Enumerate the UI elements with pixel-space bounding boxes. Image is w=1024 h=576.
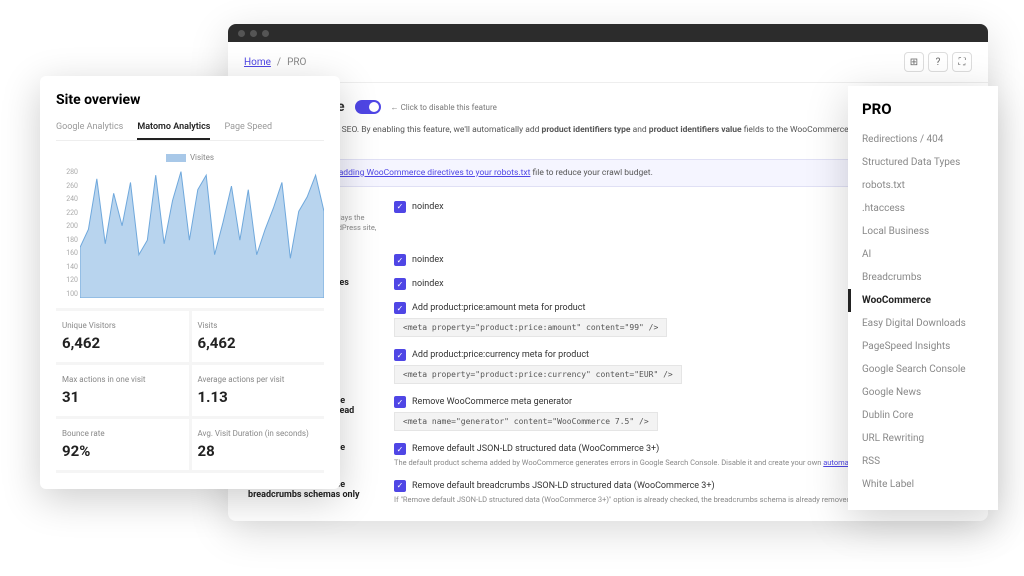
notice-link[interactable]: adding WooCommerce directives to your ro… (339, 168, 531, 178)
overview-stats: Unique Visitors6,462Visits6,462Max actio… (56, 308, 324, 473)
stat-cell: Max actions in one visit31 (56, 365, 192, 419)
window-dot (238, 30, 245, 37)
overview-title: Site overview (56, 92, 324, 108)
sidebar-item-google-news[interactable]: Google News (848, 381, 998, 404)
checkout-checkbox[interactable]: ✓ (394, 254, 406, 266)
overview-tabs: Google Analytics Matomo Analytics Page Spe… (56, 122, 324, 141)
breadcrumb-current: PRO (287, 57, 306, 68)
toggle-hint: Click to disable this feature (391, 103, 497, 112)
gen-code: <meta name="generator" content="WooComme… (394, 412, 658, 431)
stat-cell: Visits6,462 (192, 311, 325, 365)
gen-opt: Remove WooCommerce meta generator (412, 397, 572, 407)
schemas-checkbox[interactable]: ✓ (394, 443, 406, 455)
sidebar-item-url-rewriting[interactable]: URL Rewriting (848, 427, 998, 450)
expand-icon[interactable]: ⛶ (952, 52, 972, 72)
ogprice-opt: Add product:price:amount meta for produc… (412, 303, 585, 313)
cart-opt: noindex (412, 202, 444, 212)
schemas-opt: Remove default JSON-LD structured data (… (412, 444, 659, 454)
gen-checkbox[interactable]: ✓ (394, 396, 406, 408)
checkout-opt: noindex (412, 255, 444, 265)
chart-legend: Visites (56, 153, 324, 162)
titlebar (228, 24, 988, 42)
sidebar-item-robots-txt[interactable]: robots.txt (848, 174, 998, 197)
breadcrumb-sep: / (277, 57, 281, 68)
pro-sidebar: PRO Redirections / 404Structured Data Ty… (848, 86, 998, 510)
chart-yaxis: 280260240220200180160140120100 (56, 168, 78, 298)
sidebar-item-breadcrumbs[interactable]: Breadcrumbs (848, 266, 998, 289)
breadcrumb-home[interactable]: Home (244, 57, 271, 68)
account-checkbox[interactable]: ✓ (394, 278, 406, 290)
sidebar-item-easy-digital-downloads[interactable]: Easy Digital Downloads (848, 312, 998, 335)
feature-toggle[interactable] (355, 100, 381, 114)
sidebar-item-google-search-console[interactable]: Google Search Console (848, 358, 998, 381)
ogcur-opt: Add product:price:currency meta for prod… (412, 350, 589, 360)
bread-opt: Remove default breadcrumbs JSON-LD struc… (412, 481, 715, 491)
tab-page-speed[interactable]: Page Speed (224, 122, 272, 140)
ogcur-code: <meta property="product:price:currency" … (394, 365, 682, 384)
sidebar-item-dublin-core[interactable]: Dublin Core (848, 404, 998, 427)
grid-icon[interactable]: ⊞ (904, 52, 924, 72)
stat-cell: Bounce rate92% (56, 419, 192, 473)
sidebar-item-local-business[interactable]: Local Business (848, 220, 998, 243)
cart-checkbox[interactable]: ✓ (394, 201, 406, 213)
window-dot (262, 30, 269, 37)
tab-matomo-analytics[interactable]: Matomo Analytics (137, 122, 210, 140)
chart-plot (80, 168, 324, 298)
tab-google-analytics[interactable]: Google Analytics (56, 122, 123, 140)
sidebar-item-rss[interactable]: RSS (848, 450, 998, 473)
visits-chart: 280260240220200180160140120100 (56, 168, 324, 298)
account-opt: noindex (412, 279, 444, 289)
sidebar-item-woocommerce[interactable]: WooCommerce (848, 289, 998, 312)
bread-checkbox[interactable]: ✓ (394, 480, 406, 492)
window-dot (250, 30, 257, 37)
stat-cell: Average actions per visit1.13 (192, 365, 325, 419)
sidebar-item-ai[interactable]: AI (848, 243, 998, 266)
stat-cell: Unique Visitors6,462 (56, 311, 192, 365)
sidebar-item-redirections-404[interactable]: Redirections / 404 (848, 128, 998, 151)
stat-cell: Avg. Visit Duration (in seconds)28 (192, 419, 325, 473)
sidebar-item-pagespeed-insights[interactable]: PageSpeed Insights (848, 335, 998, 358)
sidebar-item-white-label[interactable]: White Label (848, 473, 998, 496)
breadcrumb: Home / PRO (244, 57, 306, 68)
sidebar-item-structured-data-types[interactable]: Structured Data Types (848, 151, 998, 174)
sidebar-item--htaccess[interactable]: .htaccess (848, 197, 998, 220)
pro-title: PRO (848, 100, 998, 128)
ogprice-checkbox[interactable]: ✓ (394, 302, 406, 314)
legend-swatch (166, 154, 186, 162)
ogprice-code: <meta property="product:price:amount" co… (394, 318, 667, 337)
breadcrumb-bar: Home / PRO ⊞ ? ⛶ (228, 42, 988, 83)
ogcur-checkbox[interactable]: ✓ (394, 349, 406, 361)
site-overview-panel: Site overview Google Analytics Matomo Ana… (40, 76, 340, 489)
help-icon[interactable]: ? (928, 52, 948, 72)
